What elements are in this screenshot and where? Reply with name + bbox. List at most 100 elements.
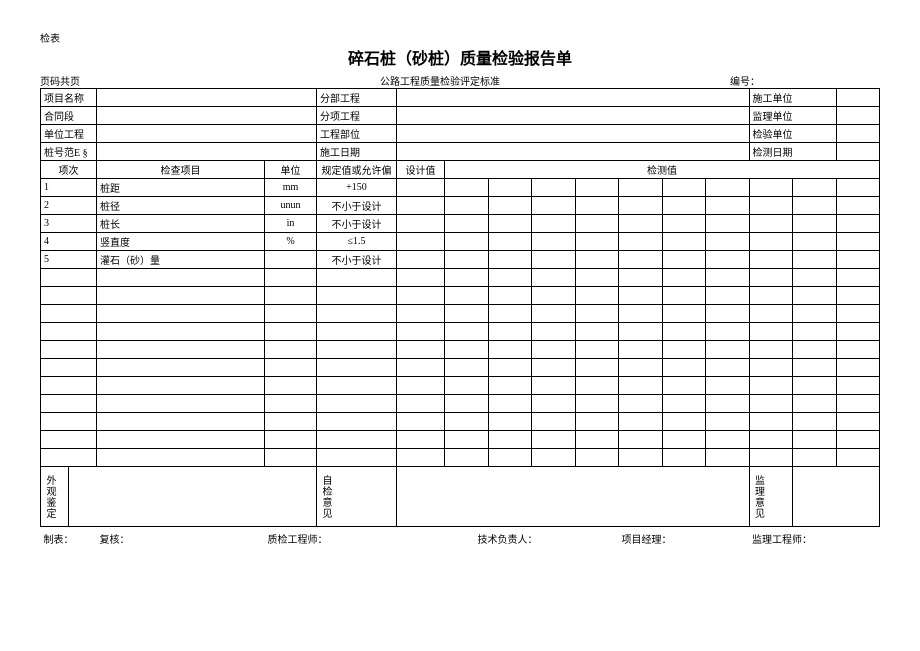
cell <box>749 179 793 197</box>
blank-row <box>41 269 880 287</box>
construction-date-label: 施工日期 <box>317 143 397 161</box>
row-item: 桩径 <box>97 197 265 215</box>
topleft-label: 检表 <box>40 30 880 45</box>
row-unit: mm <box>265 179 317 197</box>
cell <box>619 179 663 197</box>
row-tol: 不小于设计 <box>317 215 397 233</box>
blank-row <box>41 413 880 431</box>
cell <box>749 197 793 215</box>
construction-date-value <box>397 143 750 161</box>
construction-unit-value <box>836 89 880 107</box>
page-note: 页码共页 <box>40 73 320 88</box>
cell <box>532 215 576 233</box>
row-no: 2 <box>41 197 97 215</box>
sub-project-label: 分部工程 <box>317 89 397 107</box>
cell <box>836 251 880 269</box>
cell <box>793 251 837 269</box>
main-table: 项目名称 分部工程 施工单位 合同段 分项工程 监理单位 单位工程 工程部位 检… <box>40 88 880 546</box>
pile-range-label: 桩号范E § <box>41 143 97 161</box>
row-item: 桩长 <box>97 215 265 233</box>
supervision-unit-value <box>836 107 880 125</box>
row-design <box>397 233 445 251</box>
standard-note: 公路工程质量检验评定标准 <box>320 73 730 88</box>
cell <box>575 215 619 233</box>
row-tol: ≤1.5 <box>317 233 397 251</box>
inspection-date-label: 检测日期 <box>749 143 836 161</box>
cell <box>662 251 706 269</box>
cell <box>662 179 706 197</box>
cell <box>575 251 619 269</box>
supervision-label: 监理意见 <box>749 467 793 527</box>
cell <box>488 197 532 215</box>
cell <box>793 197 837 215</box>
supervision-value <box>793 467 880 527</box>
cell <box>749 215 793 233</box>
row-item: 竖直度 <box>97 233 265 251</box>
cell <box>445 251 489 269</box>
row-tol: 不小于设计 <box>317 197 397 215</box>
cell <box>836 197 880 215</box>
cell <box>706 179 750 197</box>
column-header-row: 项次 检查项目 单位 规定值或允许偏 设计值 检测值 <box>41 161 880 179</box>
cell <box>793 179 837 197</box>
col-unit: 单位 <box>265 161 317 179</box>
cell <box>532 251 576 269</box>
cell <box>706 197 750 215</box>
footer-row: 制表： 复核： 质检工程师： 技术负责人： 项目经理： 监理工程师： <box>41 527 880 547</box>
col-design: 设计值 <box>397 161 445 179</box>
project-name-label: 项目名称 <box>41 89 97 107</box>
self-check-value <box>397 467 750 527</box>
cell <box>532 197 576 215</box>
cell <box>836 179 880 197</box>
supervision-engineer-label: 监理工程师： <box>749 527 880 547</box>
row-unit <box>265 251 317 269</box>
sub-project-value <box>397 89 750 107</box>
row-no: 3 <box>41 215 97 233</box>
inspection-date-value <box>836 143 880 161</box>
appearance-label: 外观鉴定 <box>41 467 69 527</box>
blank-row <box>41 323 880 341</box>
cell <box>662 197 706 215</box>
data-row: 5 灌石（砂）量 不小于设计 <box>41 251 880 269</box>
inspection-unit-label: 检验单位 <box>749 125 836 143</box>
col-measured: 检测值 <box>445 161 880 179</box>
row-design <box>397 251 445 269</box>
cell <box>445 233 489 251</box>
cell <box>619 233 663 251</box>
row-no: 1 <box>41 179 97 197</box>
row-no: 5 <box>41 251 97 269</box>
blank-row <box>41 395 880 413</box>
data-row: 1 桩距 mm +150 <box>41 179 880 197</box>
data-row: 4 竖直度 % ≤1.5 <box>41 233 880 251</box>
col-seq: 项次 <box>41 161 97 179</box>
blank-row <box>41 305 880 323</box>
row-item: 桩距 <box>97 179 265 197</box>
header-row-2: 合同段 分项工程 监理单位 <box>41 107 880 125</box>
cell <box>793 215 837 233</box>
unit-project-value <box>97 125 317 143</box>
cell <box>706 233 750 251</box>
data-row: 2 桩径 unun 不小于设计 <box>41 197 880 215</box>
row-design <box>397 179 445 197</box>
data-row: 3 桩长 in 不小于设计 <box>41 215 880 233</box>
cell <box>749 251 793 269</box>
contract-segment-label: 合同段 <box>41 107 97 125</box>
cell <box>836 215 880 233</box>
cell <box>575 233 619 251</box>
reviewed-by-label: 复核： <box>97 527 265 547</box>
opinion-row: 外观鉴定 自检意见 监理意见 <box>41 467 880 527</box>
construction-unit-label: 施工单位 <box>749 89 836 107</box>
row-item: 灌石（砂）量 <box>97 251 265 269</box>
blank-row <box>41 449 880 467</box>
cell <box>706 215 750 233</box>
supervision-unit-label: 监理单位 <box>749 107 836 125</box>
blank-row <box>41 341 880 359</box>
cell <box>706 251 750 269</box>
cell <box>445 215 489 233</box>
row-design <box>397 197 445 215</box>
made-by-label: 制表： <box>41 527 97 547</box>
cell <box>836 233 880 251</box>
blank-row <box>41 287 880 305</box>
row-tol: 不小于设计 <box>317 251 397 269</box>
header-row-1: 项目名称 分部工程 施工单位 <box>41 89 880 107</box>
